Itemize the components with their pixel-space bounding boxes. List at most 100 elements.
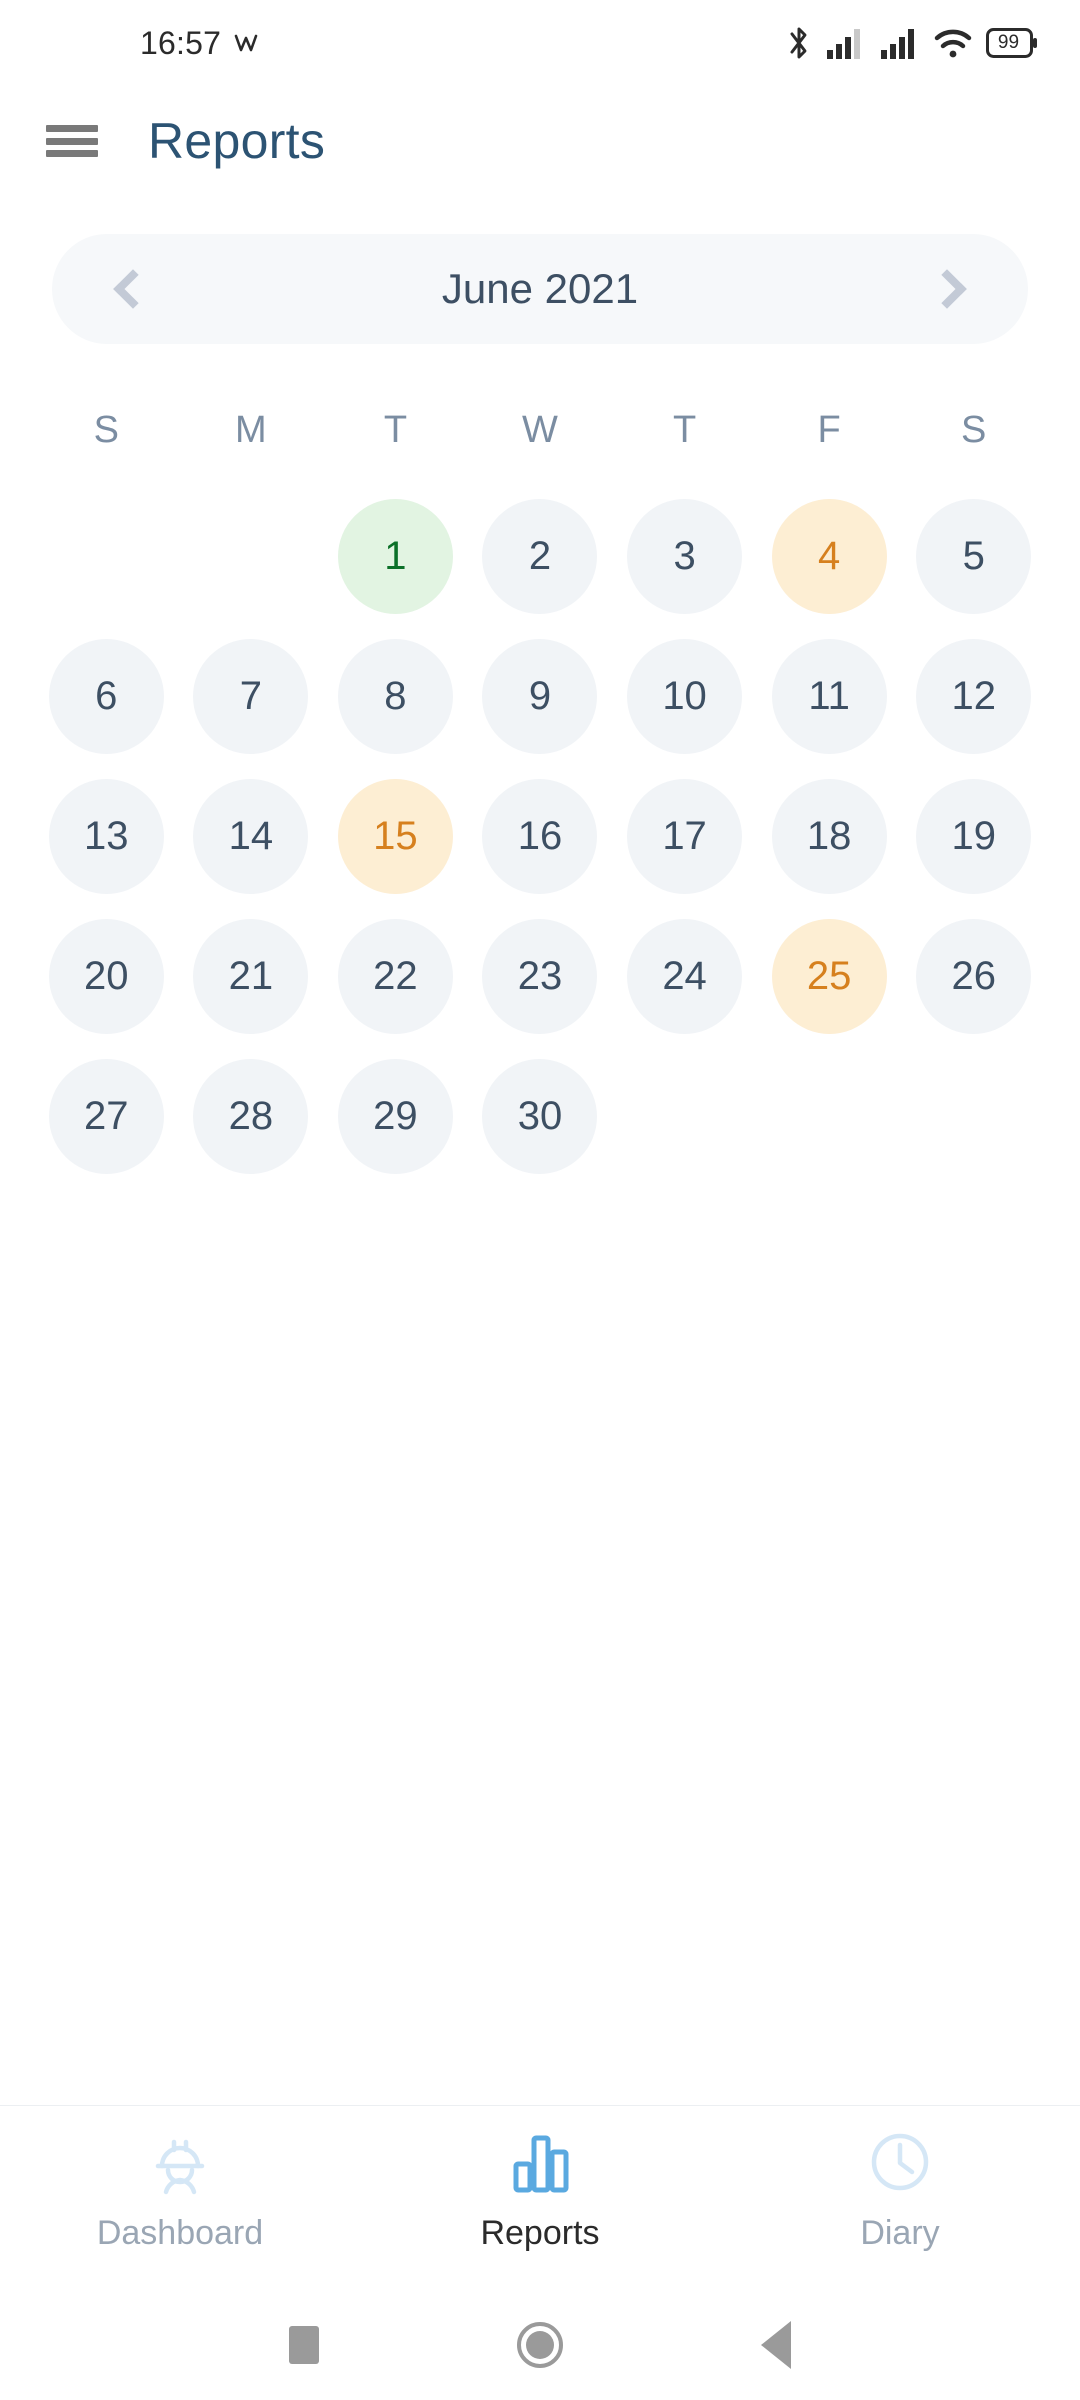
- calendar-day-cell: 5: [901, 486, 1046, 626]
- wifi-icon: [934, 29, 972, 58]
- calendar-day[interactable]: 26: [916, 918, 1032, 1034]
- bottom-tab-bar: Dashboard Reports Diary: [0, 2105, 1080, 2290]
- weekday-label: S: [93, 409, 119, 451]
- calendar-day-cell: 21: [179, 906, 324, 1046]
- calendar-day[interactable]: 4: [771, 498, 887, 614]
- calendar-day-cell: 16: [468, 766, 613, 906]
- calendar-day-cell: [612, 1046, 757, 1186]
- calendar-day[interactable]: 12: [916, 638, 1032, 754]
- triangle-back-icon[interactable]: [761, 2321, 791, 2369]
- calendar-day[interactable]: 14: [193, 778, 309, 894]
- calendar-day-cell: 4: [757, 486, 902, 626]
- calendar-day[interactable]: 21: [193, 918, 309, 1034]
- calendar-day[interactable]: 17: [627, 778, 743, 894]
- hamburger-bar: [46, 125, 98, 132]
- status-bar: 16:57 99: [0, 0, 1080, 86]
- tab-diary[interactable]: Diary: [720, 2126, 1080, 2253]
- calendar-day[interactable]: 13: [48, 778, 164, 894]
- status-bar-right: 99: [786, 25, 1038, 61]
- hamburger-menu-icon[interactable]: [46, 121, 98, 161]
- circle-home-icon[interactable]: [517, 2322, 563, 2368]
- calendar-day-empty: [627, 1059, 742, 1174]
- prev-month-button[interactable]: [98, 258, 160, 320]
- calendar-week-row: 13 14 15 16 17 18 19: [34, 766, 1046, 906]
- calendar-day[interactable]: 19: [916, 778, 1032, 894]
- calendar-day-cell: 26: [901, 906, 1046, 1046]
- calendar-day[interactable]: 20: [48, 918, 164, 1034]
- calendar-day[interactable]: 11: [771, 638, 887, 754]
- calendar-day-cell: 17: [612, 766, 757, 906]
- hamburger-bar: [46, 137, 98, 145]
- calendar-day[interactable]: 22: [337, 918, 453, 1034]
- calendar-day-cell: [34, 486, 179, 626]
- tab-reports[interactable]: Reports: [360, 2126, 720, 2253]
- status-bar-left: 16:57: [140, 25, 259, 62]
- calendar-day[interactable]: 3: [627, 498, 743, 614]
- vpn-icon: [234, 34, 258, 52]
- calendar-week-row: 12345: [34, 486, 1046, 626]
- calendar-day[interactable]: 10: [627, 638, 743, 754]
- calendar-day-cell: 18: [757, 766, 902, 906]
- calendar-day-cell: 13: [34, 766, 179, 906]
- signal-1-icon: [827, 29, 860, 59]
- hard-hat-worker-icon: [144, 2126, 216, 2198]
- app-header: Reports: [0, 86, 1080, 196]
- calendar-day[interactable]: 24: [627, 918, 743, 1034]
- home-dot: [526, 2331, 554, 2359]
- weekday-label: W: [522, 409, 558, 451]
- calendar-day-cell: 15: [323, 766, 468, 906]
- calendar-day[interactable]: 16: [482, 778, 598, 894]
- calendar-day[interactable]: 8: [337, 638, 453, 754]
- battery-indicator: 99: [986, 28, 1038, 58]
- battery-level: 99: [997, 32, 1020, 53]
- calendar-day-cell: 8: [323, 626, 468, 766]
- calendar-day-cell: [901, 1046, 1046, 1186]
- square-recents-icon[interactable]: [289, 2326, 319, 2364]
- chevron-left-icon: [113, 269, 153, 309]
- calendar-day[interactable]: 25: [771, 918, 887, 1034]
- calendar-day-cell: 20: [34, 906, 179, 1046]
- bar-chart-icon: [504, 2126, 576, 2198]
- calendar-day[interactable]: 6: [48, 638, 164, 754]
- calendar-day-empty: [193, 499, 308, 614]
- calendar-day-cell: 1: [323, 486, 468, 626]
- calendar-day-empty: [49, 499, 164, 614]
- month-navigator: June 2021: [52, 234, 1028, 344]
- calendar-day[interactable]: 15: [337, 778, 453, 894]
- clock-icon: [864, 2126, 936, 2198]
- calendar-day-cell: 9: [468, 626, 613, 766]
- calendar-day[interactable]: 27: [48, 1058, 164, 1174]
- calendar-day-empty: [772, 1059, 887, 1174]
- calendar-grid: S M T W T F S 1 2 3 4 5 6 7 8 9 10 11 12 13 14 15 16 17 1…: [0, 344, 1080, 2105]
- calendar-day-cell: 19: [901, 766, 1046, 906]
- calendar-day-cell: 24: [612, 906, 757, 1046]
- calendar-day-cell: [179, 486, 324, 626]
- calendar-day-cell: [757, 1046, 902, 1186]
- calendar-day[interactable]: 1: [337, 498, 453, 614]
- weekday-label: T: [383, 409, 408, 451]
- calendar-day-cell: 11: [757, 626, 902, 766]
- calendar-day[interactable]: 7: [193, 638, 309, 754]
- calendar-day-cell: 28: [179, 1046, 324, 1186]
- calendar-day[interactable]: 9: [482, 638, 598, 754]
- calendar-day-cell: 10: [612, 626, 757, 766]
- calendar-day-cell: 7: [179, 626, 324, 766]
- calendar-day-empty: [916, 1059, 1031, 1174]
- tab-label-dashboard: Dashboard: [96, 2214, 264, 2252]
- hamburger-bar: [46, 150, 98, 157]
- calendar-day[interactable]: 30: [482, 1058, 598, 1174]
- tab-label-diary: Diary: [860, 2214, 940, 2252]
- calendar-week-row: 6 7 8 9 10 11 12: [34, 626, 1046, 766]
- calendar-day[interactable]: 29: [337, 1058, 453, 1174]
- calendar-day[interactable]: 23: [482, 918, 598, 1034]
- calendar-day[interactable]: 18: [771, 778, 887, 894]
- tab-dashboard[interactable]: Dashboard: [0, 2126, 360, 2253]
- android-navigation-bar: [0, 2290, 1080, 2400]
- signal-2-icon: [881, 29, 914, 59]
- calendar-day-cell: 22: [323, 906, 468, 1046]
- calendar-day[interactable]: 28: [193, 1058, 309, 1174]
- next-month-button[interactable]: [920, 258, 982, 320]
- status-time: 16:57: [140, 24, 222, 61]
- calendar-day[interactable]: 2: [482, 498, 598, 614]
- calendar-day[interactable]: 5: [916, 498, 1032, 614]
